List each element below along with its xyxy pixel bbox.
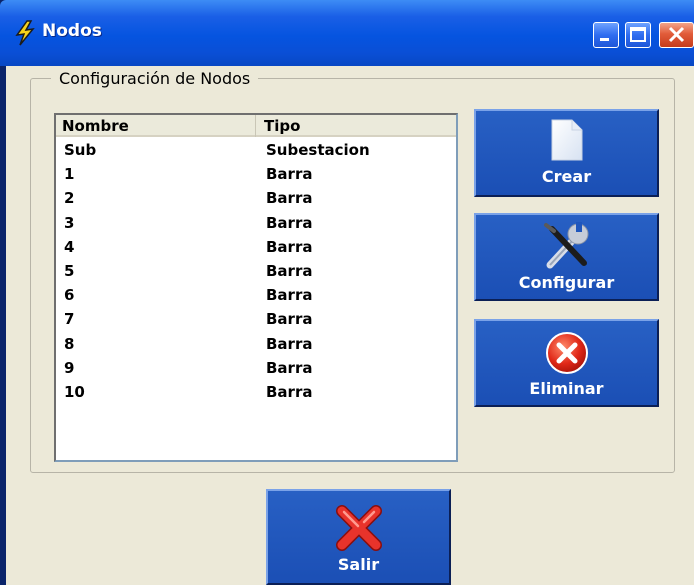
list-item[interactable]: Sub Subestacion <box>56 139 456 163</box>
node-type-cell: Barra <box>266 310 313 329</box>
eliminar-label: Eliminar <box>529 379 604 398</box>
node-type-cell: Barra <box>266 237 313 256</box>
error-x-icon <box>545 332 588 374</box>
list-item[interactable]: 3 Barra <box>56 212 456 236</box>
tools-icon <box>543 222 588 269</box>
salir-button[interactable]: Salir <box>266 489 451 585</box>
node-name-cell: Sub <box>64 141 97 159</box>
node-name-cell: 7 <box>64 310 75 329</box>
list-item[interactable]: 6 Barra <box>56 284 456 308</box>
close-button[interactable] <box>659 22 694 48</box>
salir-label: Salir <box>337 555 380 574</box>
node-name-cell: 1 <box>64 165 75 184</box>
nodes-list[interactable]: Nombre Tipo Sub Subestacion 1 Barra 2 Barra 3 B… <box>54 113 458 462</box>
node-type-cell: Subestacion <box>266 141 370 159</box>
node-name-cell: 2 <box>64 189 75 208</box>
eliminar-button[interactable]: Eliminar <box>474 319 659 407</box>
node-type-cell: Barra <box>266 165 313 184</box>
groupbox-label: Configuración de Nodos <box>51 69 259 88</box>
window-title: Nodos <box>42 21 102 41</box>
node-name-cell: 9 <box>64 358 75 377</box>
minimize-button[interactable] <box>593 22 619 48</box>
app-window: Nodos Configuración de Nodos Nombre Tipo <box>0 0 694 585</box>
red-x-icon <box>335 505 382 551</box>
node-type-cell: Barra <box>266 189 313 208</box>
close-icon <box>668 26 685 43</box>
node-name-cell: 6 <box>64 286 75 305</box>
crear-label: Crear <box>541 167 592 186</box>
column-header-tipo[interactable]: Tipo <box>258 115 456 137</box>
lightning-bolt-icon <box>15 20 35 46</box>
node-type-cell: Barra <box>266 213 313 232</box>
list-item[interactable]: 8 Barra <box>56 333 456 357</box>
node-name-cell: 8 <box>64 334 75 353</box>
configurar-label: Configurar <box>518 273 615 292</box>
document-icon <box>551 119 582 161</box>
list-item[interactable]: 1 Barra <box>56 163 456 187</box>
node-type-cell: Barra <box>266 383 313 401</box>
node-type-cell: Barra <box>266 334 313 353</box>
node-name-cell: 5 <box>64 262 75 280</box>
list-header: Nombre Tipo <box>56 115 456 137</box>
node-type-cell: Barra <box>266 286 313 305</box>
configurar-button[interactable]: Configurar <box>474 213 659 301</box>
client-area: Configuración de Nodos Nombre Tipo Sub Su… <box>6 66 694 585</box>
minimize-icon <box>600 38 609 41</box>
title-bar[interactable]: Nodos <box>0 0 694 66</box>
list-item[interactable]: 5 Barra <box>56 260 456 284</box>
list-item[interactable]: 10 Barra <box>56 381 456 405</box>
node-type-cell: Barra <box>266 262 313 280</box>
list-item[interactable]: 4 Barra <box>56 236 456 260</box>
maximize-icon <box>630 27 646 42</box>
node-name-cell: 10 <box>64 383 85 401</box>
node-name-cell: 3 <box>64 213 75 232</box>
column-header-nombre[interactable]: Nombre <box>56 115 256 137</box>
list-item[interactable]: 2 Barra <box>56 187 456 211</box>
node-type-cell: Barra <box>266 358 313 377</box>
node-name-cell: 4 <box>64 237 75 256</box>
list-item[interactable]: 7 Barra <box>56 308 456 332</box>
list-item[interactable]: 9 Barra <box>56 357 456 381</box>
crear-button[interactable]: Crear <box>474 109 659 197</box>
maximize-button[interactable] <box>625 22 651 48</box>
